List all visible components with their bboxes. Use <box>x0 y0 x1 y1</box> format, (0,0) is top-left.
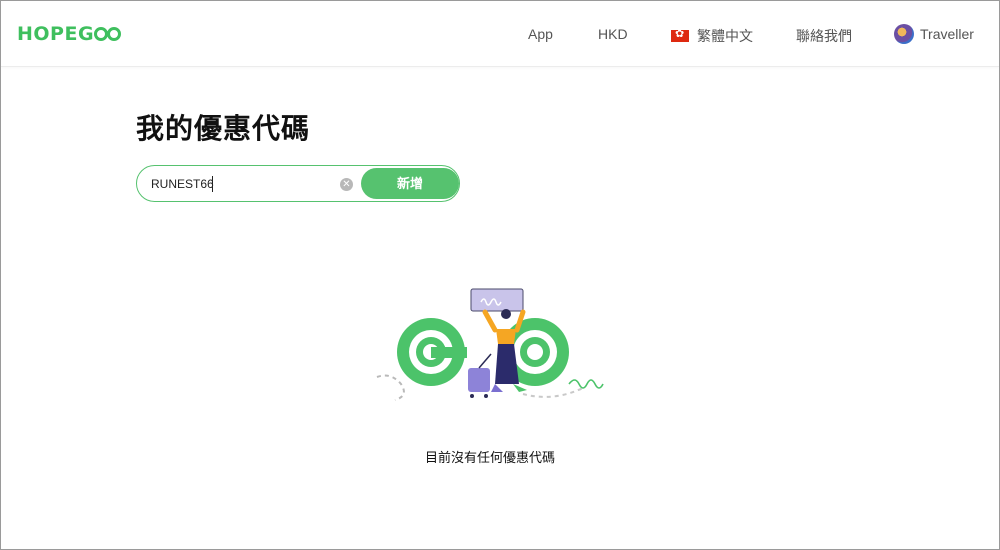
page-frame: HOPEG App HKD 繁體中文 聯絡我們 Traveller 我的優惠代碼… <box>0 0 1000 550</box>
clear-icon[interactable]: ✕ <box>340 178 353 191</box>
add-coupon-button[interactable]: 新增 <box>361 168 459 199</box>
nav-contact-link[interactable]: 聯絡我們 <box>796 26 852 46</box>
person-torso <box>496 329 516 344</box>
text-caret <box>212 176 213 192</box>
nav-language-selector[interactable]: 繁體中文 <box>671 26 753 46</box>
dashed-trail <box>376 374 405 401</box>
empty-state-illustration <box>376 288 604 401</box>
user-avatar-icon <box>894 24 914 44</box>
nav-currency-selector[interactable]: HKD <box>598 26 628 42</box>
coupon-code-input[interactable] <box>151 175 336 193</box>
nav-user-name: Traveller <box>920 26 974 42</box>
logo-oo-mark <box>94 27 122 41</box>
swirl-tail <box>568 379 604 389</box>
logo-o-second <box>107 27 122 41</box>
nav-user-menu[interactable]: Traveller <box>894 24 974 44</box>
top-header: HOPEG App HKD 繁體中文 聯絡我們 Traveller <box>1 1 999 67</box>
hong-kong-flag-icon <box>671 27 689 42</box>
logo-text: HOPEG <box>17 23 95 45</box>
coupon-form: ✕ 新增 <box>136 165 460 202</box>
logo-o-first <box>94 27 109 41</box>
person-head <box>501 309 511 319</box>
nav-language-label: 繁體中文 <box>697 28 753 44</box>
dashed-trail-right <box>522 387 584 398</box>
empty-state-message: 目前沒有任何優惠代碼 <box>424 450 555 465</box>
sign-board <box>470 288 524 312</box>
hopegoo-logo[interactable]: HOPEG <box>17 21 122 47</box>
page-title: 我的優惠代碼 <box>136 112 311 145</box>
suitcase <box>468 368 490 392</box>
nav-app-link[interactable]: App <box>528 26 553 42</box>
